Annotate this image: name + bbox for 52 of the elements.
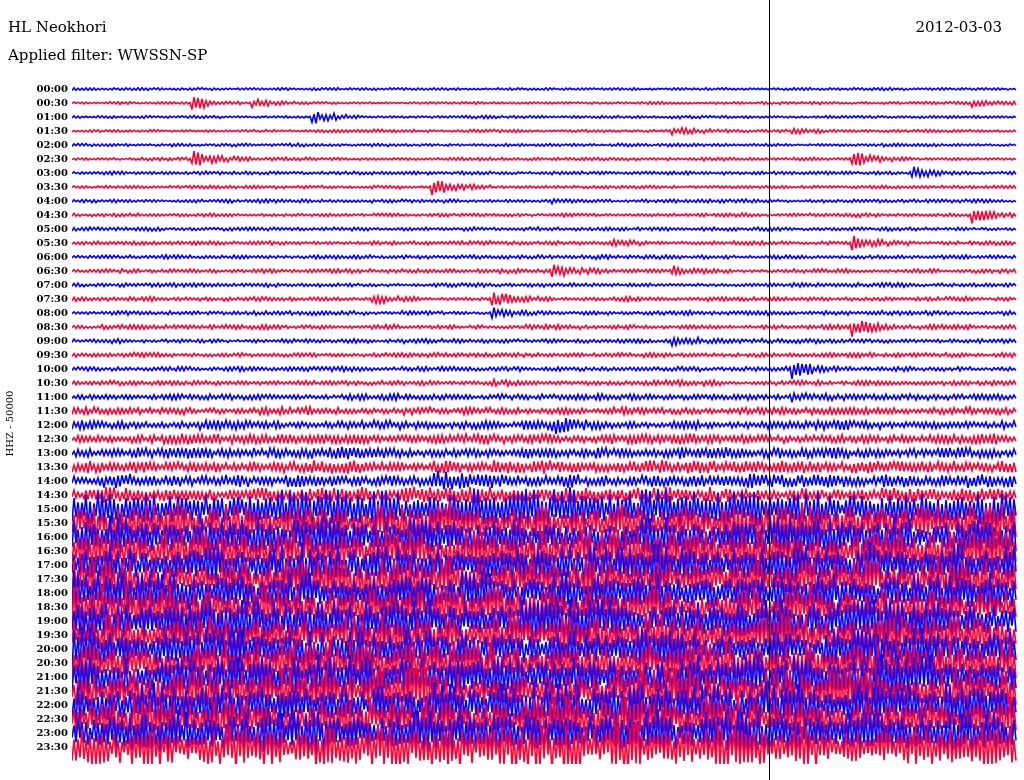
time-label: 14:30	[36, 488, 68, 502]
time-label: 06:30	[36, 264, 68, 278]
time-label: 04:00	[36, 194, 68, 208]
time-label: 16:30	[36, 544, 68, 558]
time-label: 00:30	[36, 96, 68, 110]
time-label: 11:00	[36, 390, 68, 404]
time-label: 22:00	[36, 698, 68, 712]
time-label: 13:30	[36, 460, 68, 474]
time-label: 00:00	[36, 82, 68, 96]
time-label: 16:00	[36, 530, 68, 544]
time-label: 23:00	[36, 726, 68, 740]
date-label: 2012-03-03	[915, 18, 1002, 36]
time-label: 17:00	[36, 558, 68, 572]
time-label: 07:30	[36, 292, 68, 306]
time-label: 12:30	[36, 432, 68, 446]
time-label: 15:00	[36, 502, 68, 516]
time-label: 05:00	[36, 222, 68, 236]
time-label: 11:30	[36, 404, 68, 418]
time-label: 02:00	[36, 138, 68, 152]
time-label: 18:00	[36, 586, 68, 600]
channel-label: HHZ - 50000	[4, 390, 16, 456]
time-label: 07:00	[36, 278, 68, 292]
time-label: 18:30	[36, 600, 68, 614]
time-label: 03:00	[36, 166, 68, 180]
time-label: 14:00	[36, 474, 68, 488]
time-label: 04:30	[36, 208, 68, 222]
time-label: 08:30	[36, 320, 68, 334]
time-label: 20:30	[36, 656, 68, 670]
time-label: 20:00	[36, 642, 68, 656]
time-label: 02:30	[36, 152, 68, 166]
time-label: 21:00	[36, 670, 68, 684]
time-label: 19:30	[36, 628, 68, 642]
time-label: 08:00	[36, 306, 68, 320]
filter-label: Applied filter: WWSSN-SP	[8, 46, 209, 64]
time-label: 22:30	[36, 712, 68, 726]
time-label: 01:00	[36, 110, 68, 124]
time-label: 13:00	[36, 446, 68, 460]
station-name: HL Neokhori	[8, 18, 107, 36]
time-label: 15:30	[36, 516, 68, 530]
time-label: 10:30	[36, 376, 68, 390]
time-label: 03:30	[36, 180, 68, 194]
time-label: 05:30	[36, 236, 68, 250]
time-label: 09:30	[36, 348, 68, 362]
time-label: 06:00	[36, 250, 68, 264]
time-label: 17:30	[36, 572, 68, 586]
time-label: 09:00	[36, 334, 68, 348]
time-label: 21:30	[36, 684, 68, 698]
time-label: 10:00	[36, 362, 68, 376]
time-label: 01:30	[36, 124, 68, 138]
time-label: 23:30	[36, 740, 68, 754]
time-label: 12:00	[36, 418, 68, 432]
time-label: 19:00	[36, 614, 68, 628]
